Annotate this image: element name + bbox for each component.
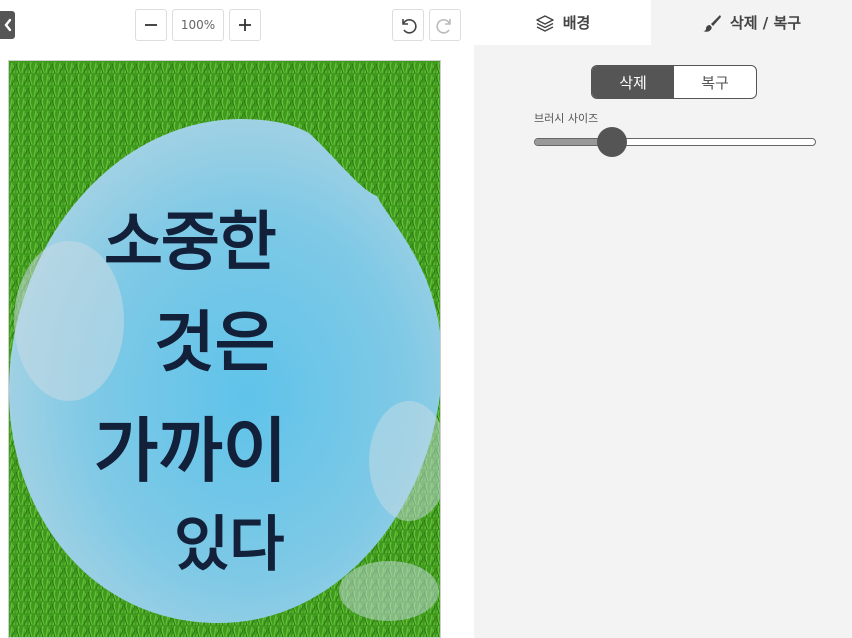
history-controls [392, 9, 461, 41]
handwritten-text: 소중한 것은 가까이 있다 [94, 191, 394, 583]
panel-tabs: 배경 삭제 / 복구 [474, 0, 852, 45]
handwriting-line-1: 소중한 [104, 206, 277, 280]
handwriting-line-4: 있다 [174, 510, 285, 580]
handwriting-line-2: 것은 [154, 304, 276, 381]
tab-background[interactable]: 배경 [474, 0, 651, 45]
restore-mode-button[interactable]: 복구 [674, 66, 756, 98]
zoom-controls: 100% [135, 9, 261, 41]
plus-icon [239, 19, 251, 31]
chevron-left-icon [3, 18, 11, 32]
redo-button[interactable] [429, 9, 461, 41]
brush-size-label: 브러시 사이즈 [534, 112, 599, 125]
slider-thumb[interactable] [597, 127, 627, 157]
zoom-out-button[interactable] [135, 9, 167, 41]
undo-icon [402, 19, 417, 34]
minus-icon [145, 24, 157, 26]
slider-track [534, 138, 816, 146]
undo-button[interactable] [392, 9, 424, 41]
tab-background-label: 배경 [562, 14, 591, 32]
zoom-level: 100% [172, 9, 224, 41]
redo-icon [436, 19, 451, 34]
image-canvas[interactable]: 소중한 것은 가까이 있다 [8, 60, 441, 638]
mode-toggle: 삭제 복구 [591, 65, 757, 99]
brush-size-slider[interactable] [534, 127, 816, 157]
back-button[interactable] [0, 11, 15, 39]
settings-panel: 삭제 복구 브러시 사이즈 [474, 45, 852, 638]
tab-erase-restore-label: 삭제 / 복구 [729, 14, 802, 32]
brush-icon [703, 14, 721, 32]
layers-icon [535, 14, 554, 32]
zoom-in-button[interactable] [229, 9, 261, 41]
tab-erase-restore[interactable]: 삭제 / 복구 [651, 0, 852, 45]
handwriting-line-3: 가까이 [94, 410, 288, 492]
erase-mode-button[interactable]: 삭제 [592, 66, 674, 98]
